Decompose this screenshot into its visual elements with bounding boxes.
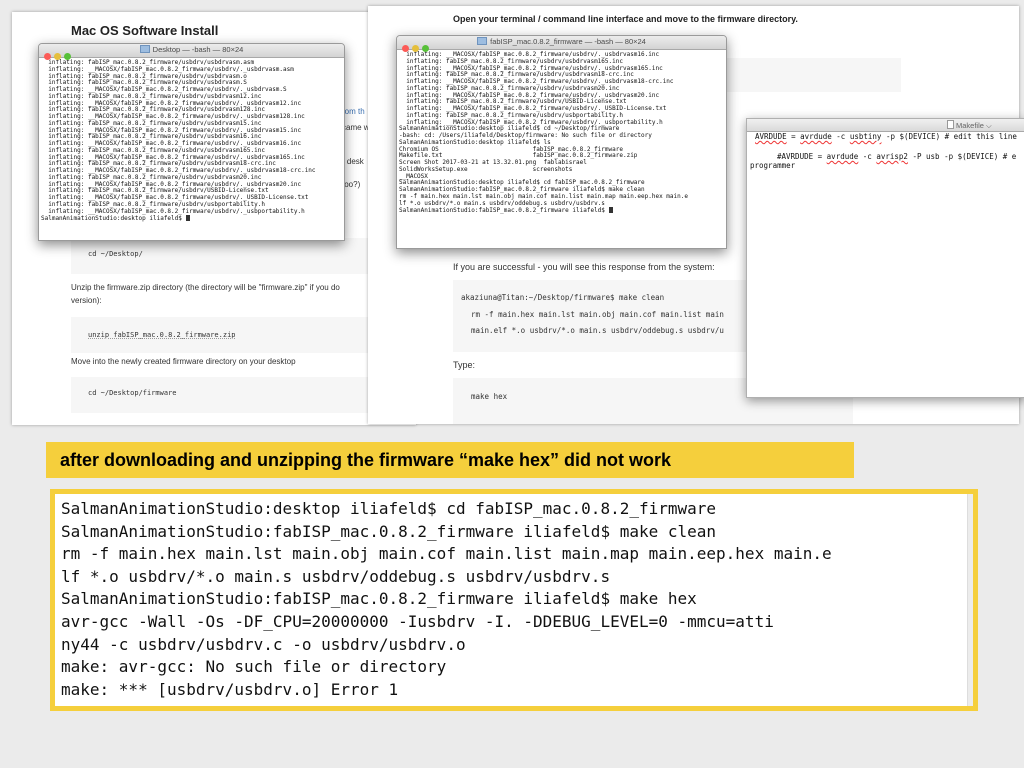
makefile-line-1[interactable]: AVRDUDE = avrdude -c usbtiny -p $(DEVICE… [755, 132, 1017, 141]
zoomed-terminal-line: make: avr-gcc: No such file or directory [61, 657, 447, 677]
code-cd-desktop: cd ~/Desktop/ [88, 250, 143, 258]
terminal-window-fabisp[interactable]: fabISP_mac.0.8.2_firmware — -bash — 80×2… [396, 35, 727, 249]
code-make-hex: make hex [471, 392, 508, 401]
zoomed-terminal-line: rm -f main.hex main.lst main.obj main.co… [61, 544, 832, 564]
code-token: = [786, 132, 801, 141]
folder-icon [477, 37, 488, 45]
page-heading: Mac OS Software Install [71, 23, 219, 38]
unzip-instruction-cont: version): [71, 296, 102, 305]
type-label: Type: [453, 360, 476, 370]
success-text: If you are successful - you will see thi… [453, 262, 715, 272]
zoomed-terminal-line: SalmanAnimationStudio:fabISP_mac.0.8.2_f… [61, 521, 717, 541]
window-title: fabISP_mac.0.8.2_firmware — -bash — 80×2… [490, 37, 646, 46]
close-icon[interactable] [44, 53, 51, 60]
terminal-line: SalmanAnimationStudio:fabISP_mac.0.8.2_f… [399, 207, 726, 214]
code-token: avrdude [800, 132, 832, 141]
link-fragment[interactable]: rom th [342, 106, 365, 118]
folder-icon [139, 45, 150, 53]
terminal-line: SolidWorksSetup.exe screenshots [399, 165, 573, 173]
terminal-output[interactable]: inflating: fabISP_mac.0.8.2_firmware/usb… [39, 58, 344, 222]
window-titlebar[interactable]: Makefile ⌵ [747, 119, 1024, 132]
code-token: -p $(DEVICE) # edit this line [881, 132, 1017, 141]
code-token: -c [858, 152, 877, 161]
code-token: avrdude [826, 152, 859, 161]
terminal-output[interactable]: inflating: __MACOSX/fabISP_mac.0.8.2_fir… [397, 50, 726, 214]
code-token: -c [831, 132, 850, 141]
zoomed-terminal-line: avr-gcc -Wall -Os -DF_CPU=20000000 -Iusb… [61, 612, 774, 631]
chevron-down-icon[interactable]: ⌵ [984, 121, 992, 130]
window-title: Desktop — -bash — 80×24 [152, 45, 244, 54]
terminal-window-desktop[interactable]: Desktop — -bash — 80×24 inflating: fabIS… [38, 43, 345, 241]
zoomed-terminal-line: SalmanAnimationStudio:fabISP_mac.0.8.2_f… [61, 589, 697, 609]
zoomed-terminal-line: SalmanAnimationStudio:desktop iliafeld$ … [61, 499, 717, 518]
code-unzip: unzip fabISP_mac.0.8.2_firmware.zip [88, 331, 236, 339]
makefile-line-3[interactable]: programmer [750, 161, 795, 170]
zoomed-terminal-line: lf *.o usbdrv/*.o main.s usbdrv/oddebug.… [61, 566, 611, 586]
makefile-editor-window[interactable]: Makefile ⌵ AVRDUDE = avrdude -c usbtiny … [746, 118, 1024, 398]
text-fragment: came w [342, 123, 370, 132]
code-cd-firmware: cd ~/Desktop/firmware [88, 389, 177, 397]
cursor-icon [185, 215, 190, 222]
minimize-icon[interactable] [54, 53, 61, 60]
zoom-icon[interactable] [422, 45, 429, 52]
code-token: usbtiny [849, 132, 882, 141]
zoomed-terminal-output: SalmanAnimationStudio:desktop iliafeld$ … [50, 489, 978, 711]
minimize-icon[interactable] [412, 45, 419, 52]
code-block: unzip fabISP_mac.0.8.2_firmware.zip [71, 317, 416, 353]
unzip-instruction: Unzip the firmware.zip directory (the di… [71, 283, 340, 292]
response-prompt: akaziuna@Titan:~/Desktop/firmware$ make … [461, 293, 665, 302]
window-title: Makefile [956, 121, 984, 130]
makefile-line-2[interactable]: #AVRDUDE = avrdude -c avrisp2 -P usb -p … [777, 152, 1016, 161]
cursor-icon [608, 207, 613, 214]
code-token: #AVRDUDE = [777, 152, 827, 161]
response-line: main.elf *.o usbdrv/*.o main.s usbdrv/od… [471, 326, 724, 335]
window-titlebar[interactable]: Desktop — -bash — 80×24 [39, 44, 344, 60]
caption-banner: after downloading and unzipping the firm… [46, 442, 854, 478]
code-token: -P usb -p $(DEVICE) # e [907, 152, 1017, 161]
code-token: avrisp2 [876, 152, 908, 161]
terminal-line: SalmanAnimationStudio:desktop iliafeld$ [41, 215, 344, 222]
terminal-line: inflating: __MACOSX/fabISP_mac.0.8.2_fir… [41, 207, 305, 215]
text-fragment: r desk [342, 157, 364, 166]
zoomed-terminal-line: make: *** [usbdrv/usbdrv.o] Error 1 [61, 679, 399, 699]
zoomed-terminal-line: ny44 -c usbdrv/usbdrv.c -o usbdrv/usbdrv… [61, 634, 466, 654]
document-icon [947, 120, 954, 129]
code-block: cd ~/Desktop/ [71, 238, 416, 274]
response-line: rm -f main.hex main.lst main.obj main.co… [471, 310, 724, 319]
code-token: AVRDUDE [755, 132, 787, 141]
zoom-icon[interactable] [64, 53, 71, 60]
close-icon[interactable] [402, 45, 409, 52]
scrollbar[interactable] [967, 494, 973, 706]
terminal-line: lf *.o usbdrv/*.o main.s usbdrv/oddebug.… [399, 199, 605, 207]
caption-text: after downloading and unzipping the firm… [60, 450, 672, 470]
instruction-heading: Open your terminal / command line interf… [453, 14, 798, 24]
code-block: cd ~/Desktop/firmware [71, 377, 416, 413]
window-titlebar[interactable]: fabISP_mac.0.8.2_firmware — -bash — 80×2… [397, 36, 726, 52]
move-instruction: Move into the newly created firmware dir… [71, 357, 296, 366]
